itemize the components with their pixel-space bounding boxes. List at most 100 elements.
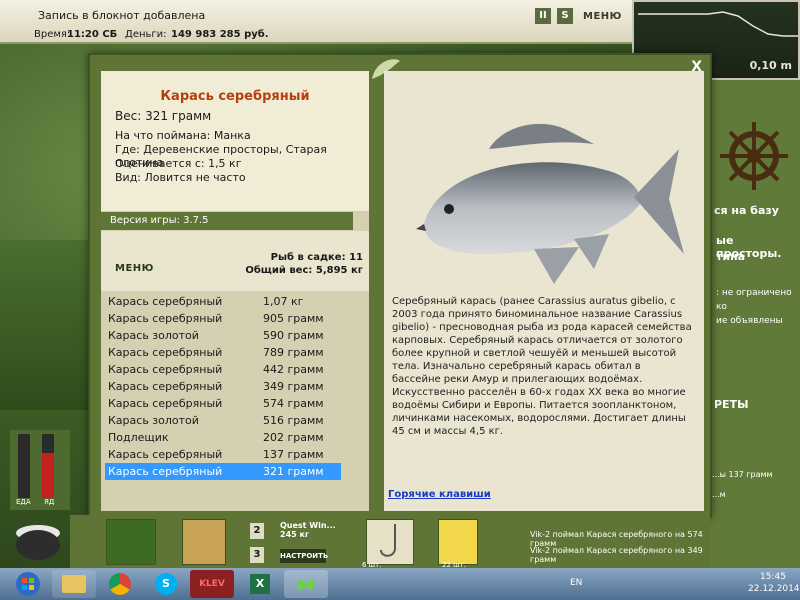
catch-fish-weight: 137 грамм — [263, 448, 324, 461]
fish-type: Вид: Ловится не часто — [115, 171, 246, 184]
money-label: Деньги: — [125, 29, 167, 40]
quest-label: Quest Win... — [280, 521, 336, 530]
hook-slot[interactable] — [366, 519, 414, 565]
status-bar: Запись в блокнот добавлена Время: 11:20 … — [0, 0, 643, 44]
language-indicator[interactable]: EN — [570, 578, 582, 588]
start-button[interactable] — [6, 570, 50, 598]
food-gauge — [18, 434, 30, 498]
fish-image — [416, 123, 684, 284]
catch-fish-weight: 905 грамм — [263, 312, 324, 325]
fish-details-panel: Карась серебряный Вес: 321 грамм На что … — [101, 71, 369, 511]
pause-button[interactable]: II — [535, 8, 551, 24]
fish-info-card: Карась серебряный Вес: 321 грамм На что … — [101, 71, 369, 211]
bucket-icon[interactable] — [182, 519, 226, 565]
slot-2-button[interactable]: 2 — [250, 523, 264, 539]
status-gauges: ЕДА ЯД — [10, 430, 70, 510]
info-line-3: ие объявлены — [716, 316, 783, 326]
windows-start-icon — [16, 572, 40, 596]
main-menu-button[interactable]: МЕНЮ — [579, 11, 626, 22]
clock-date: 22.12.2014 — [748, 584, 800, 594]
catch-count: Рыб в садке: 11 — [270, 252, 363, 263]
cauldron-icon[interactable] — [8, 515, 68, 565]
go-to-base-button[interactable]: ся на базу — [710, 204, 800, 217]
catch-fish-name: Карась серебряный — [108, 363, 223, 376]
poison-gauge — [42, 434, 54, 498]
hotkeys-link[interactable]: Горячие клавиши — [388, 489, 491, 500]
secrets-button[interactable]: РЕТЫ — [710, 398, 800, 411]
clock-time: 15:45 — [760, 572, 786, 582]
catch-list-row[interactable]: Подлещик 202 грамм — [105, 429, 341, 446]
info-line-1: : не ограничено — [716, 288, 792, 298]
game-version: Версия игры: 3.7.5 — [101, 212, 353, 230]
catch-header: МЕНЮ Рыб в садке: 11 Общий вес: 5,895 кг — [101, 231, 369, 291]
catch-list-row[interactable]: Карась золотой 516 грамм — [105, 412, 341, 429]
fish-bait: На что поймана: Манка — [115, 129, 251, 142]
basket-icon[interactable] — [106, 519, 156, 565]
chrome-icon[interactable] — [98, 570, 142, 598]
poison-label: ЯД — [44, 498, 55, 506]
fish-description: Серебряный карась (ранее Carassius aurat… — [392, 296, 692, 437]
location-line-2: тина — [716, 250, 746, 263]
catch-fish-name: Карась серебряный — [108, 448, 223, 461]
catch-list-row[interactable]: Карась серебряный 321 грамм — [105, 463, 341, 480]
catch-summary: Рыб в садке: 11 Общий вес: 5,895 кг — [245, 251, 363, 277]
catch-list: Карась серебряный 1,07 кг Карась серебряны… — [105, 293, 363, 508]
skype-icon[interactable]: S — [144, 570, 188, 598]
catch-fish-name: Подлещик — [108, 431, 169, 444]
time-value: 11:20 СБ — [67, 29, 118, 40]
catch-fish-weight: 574 грамм — [263, 397, 324, 410]
status-message: Запись в блокнот добавлена — [38, 9, 206, 22]
catch-list-row[interactable]: Карась серебряный 574 грамм — [105, 395, 341, 412]
catch-fish-name: Карась золотой — [108, 414, 199, 427]
fish-name: Карась серебряный — [160, 89, 310, 104]
catch-fish-name: Карась серебряный — [108, 295, 223, 308]
hook-icon — [380, 524, 396, 557]
setup-button[interactable]: НАСТРОИТЬ — [280, 549, 328, 563]
fishing-game-button[interactable] — [284, 570, 328, 598]
quest-weight: 245 кг — [280, 530, 310, 539]
money-value: 149 983 285 руб. — [171, 29, 269, 40]
butterfly-icon — [297, 579, 315, 590]
catch-list-row[interactable]: Карась серебряный 349 грамм — [105, 378, 341, 395]
catch-list-row[interactable]: Карась серебряный 789 грамм — [105, 344, 341, 361]
klev-app-button[interactable]: KLEV — [190, 570, 234, 598]
quest-info: Quest Win... 245 кг — [280, 521, 336, 539]
fish-description-panel: Серебряный карась (ранее Carassius aurat… — [384, 71, 704, 511]
explorer-icon[interactable] — [52, 570, 96, 598]
food-label: ЕДА — [16, 498, 31, 506]
ship-wheel-icon — [720, 122, 788, 190]
catch-fish-weight: 442 грамм — [263, 363, 324, 376]
bait-slot[interactable] — [438, 519, 478, 565]
info-line-2: ко — [716, 302, 727, 312]
chat-message: Vik-2 поймал Карася серебряного на 349 г… — [530, 546, 703, 564]
sound-button[interactable]: S — [557, 8, 573, 24]
excel-icon[interactable]: X — [238, 570, 282, 598]
catch-fish-name: Карась серебряный — [108, 346, 223, 359]
catch-list-row[interactable]: Карась серебряный 905 грамм — [105, 310, 341, 327]
menu-button[interactable]: МЕНЮ — [115, 263, 154, 274]
time-label: Время: — [34, 29, 71, 40]
catch-fish-weight: 516 грамм — [263, 414, 324, 427]
catch-fish-weight: 789 грамм — [263, 346, 324, 359]
chat-message: ...м — [712, 490, 726, 499]
slot-3-button[interactable]: 3 — [250, 547, 264, 563]
chrome-logo — [109, 573, 131, 595]
windows-taskbar: S KLEV X EN 15:45 22.12.2014 — [0, 568, 800, 600]
catch-fish-name: Карась серебряный — [108, 397, 223, 410]
catch-fish-name: Карась серебряный — [108, 465, 223, 478]
excel-logo: X — [250, 574, 270, 594]
catch-fish-weight: 349 грамм — [263, 380, 324, 393]
catch-fish-name: Карась золотой — [108, 329, 199, 342]
catch-list-row[interactable]: Карась серебряный 442 грамм — [105, 361, 341, 378]
catch-fish-weight: 202 грамм — [263, 431, 324, 444]
catch-fish-weight: 1,07 кг — [263, 295, 304, 308]
catch-list-row[interactable]: Карась золотой 590 грамм — [105, 327, 341, 344]
catch-list-row[interactable]: Карась серебряный 137 грамм — [105, 446, 341, 463]
poison-gauge-fill — [42, 453, 54, 498]
system-clock[interactable]: 15:45 22.12.2014 — [748, 571, 800, 595]
top-controls: II S МЕНЮ — — [535, 6, 643, 26]
catch-fish-name: Карась серебряный — [108, 312, 223, 325]
chat-message: ...ы 137 грамм — [712, 470, 773, 479]
catch-fish-weight: 590 грамм — [263, 329, 324, 342]
catch-list-row[interactable]: Карась серебряный 1,07 кг — [105, 293, 341, 310]
